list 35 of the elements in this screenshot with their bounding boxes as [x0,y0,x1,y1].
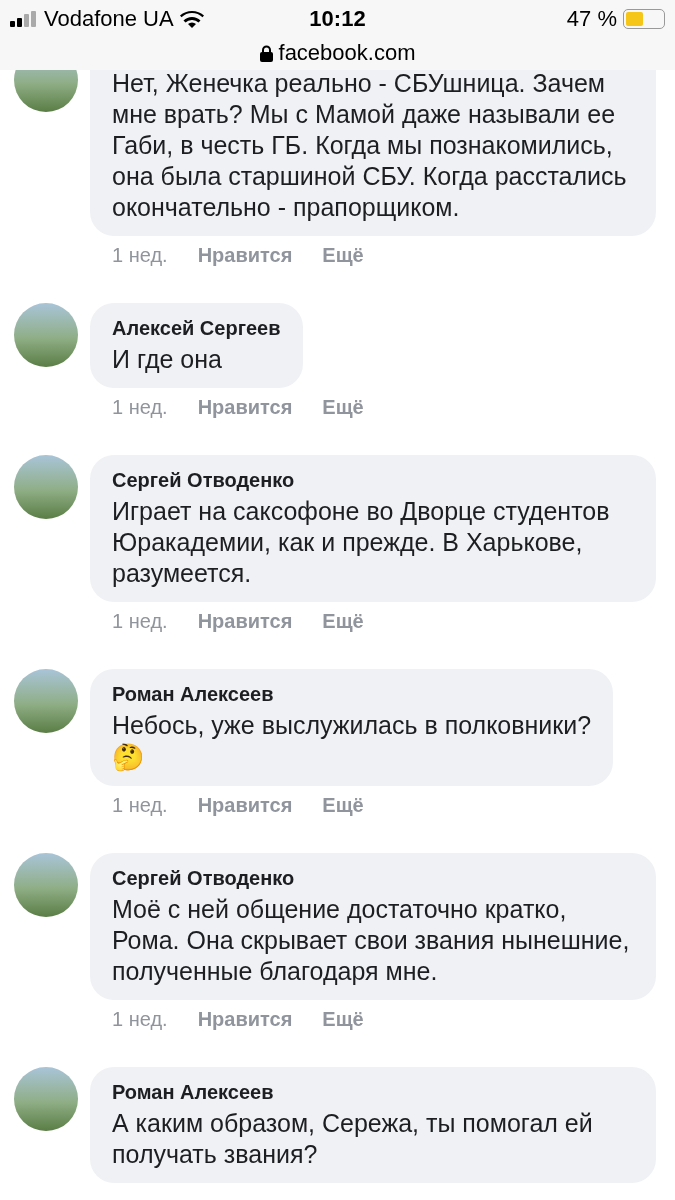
wifi-icon [179,10,204,28]
carrier-name: Vodafone UA [44,6,174,32]
comment-text: Моё с ней общение достаточно кратко, Рома. Она скрывает свои звания нынешние, полученные благодаря мне. [112,894,631,987]
comment-time: 1 нед. [112,610,168,633]
comment-action-link[interactable]: Нравится [197,1008,293,1031]
comment-time: 1 нед. [112,794,168,817]
comment-action-link[interactable]: Ещё [322,244,364,267]
clock-time: 10:12 [309,6,366,32]
signal-icon [10,11,38,27]
comment-action-link[interactable]: Нравится [197,396,293,419]
comment-time: 1 нед. [112,1008,168,1031]
author-name[interactable]: Роман Алексеев [112,681,592,707]
author-name[interactable]: Алексей Сергеев [112,315,281,341]
comment-action-link[interactable]: Ещё [322,396,364,419]
comment-action-link[interactable]: Ещё [322,794,364,817]
author-name[interactable]: Сергей Отводенко [112,467,634,493]
battery-icon [623,9,665,29]
comment-action-link[interactable]: Нравится [197,794,293,817]
comment-text: А каким образом, Сережа, ты помогал ей получать звания? [112,1108,594,1170]
author-name[interactable]: Роман Алексеев [112,1079,634,1105]
comment-time: 1 нед. [112,396,168,419]
battery-percent: 47 % [566,6,617,32]
comment-text: И где она [112,344,223,375]
comment-time: 1 нед. [112,244,168,267]
emoji: 🤔 [112,741,146,773]
comment-action-link[interactable]: Нравится [197,610,293,633]
comment-text: Нет, Женечка реально - СБУшница. Зачем мне врать? Мы с Мамой даже называли ее Габи, в честь ГБ. Когда мы познакомились, она была старшиной СБУ. Когда расстались окончательно - прапорщиком. [112,70,628,223]
comment-action-link[interactable]: Ещё [322,1008,364,1031]
comment-text: Играет на саксофоне во Дворце студентов Юракадемии, как и прежде. В Харькове, разумеется. [112,496,611,589]
comment-action-link[interactable]: Нравится [197,244,293,267]
page-url[interactable]: facebook.com [278,40,416,66]
lock-icon [259,44,273,62]
comment-text: Небось, уже выслужилась в полковники? [112,710,592,741]
comment-action-link[interactable]: Ещё [322,610,364,633]
author-name[interactable]: Сергей Отводенко [112,865,634,891]
